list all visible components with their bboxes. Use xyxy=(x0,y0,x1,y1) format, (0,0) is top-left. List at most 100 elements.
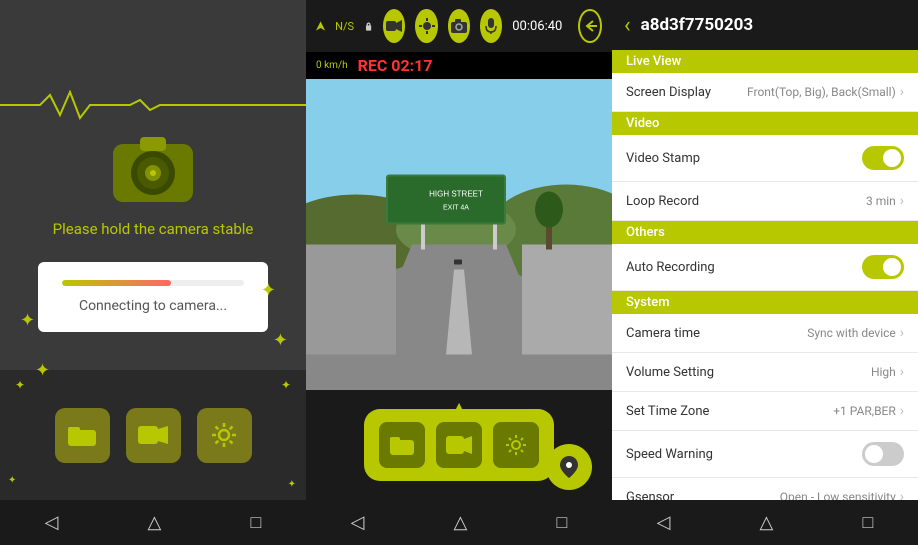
section-header-video: Video xyxy=(612,112,918,135)
video-mode-icon xyxy=(386,20,402,32)
nav-recent-icon[interactable]: □ xyxy=(863,512,874,533)
sparkle-icon: ✦ xyxy=(288,479,296,490)
folder-ctrl-icon xyxy=(390,435,414,455)
settings-button[interactable] xyxy=(197,408,252,463)
camera-icon-large xyxy=(108,129,198,204)
camera-switch-icon xyxy=(450,19,468,33)
mic-button[interactable] xyxy=(480,9,502,43)
setting-row[interactable]: Set Time Zone +1 PAR,BER › xyxy=(612,392,918,431)
chevron-icon: › xyxy=(900,489,904,500)
hold-text: Please hold the camera stable xyxy=(53,220,254,238)
nav-recent-icon[interactable]: □ xyxy=(557,512,568,533)
up-arrow-icon: ▲ xyxy=(452,399,466,415)
setting-label: Volume Setting xyxy=(626,365,714,380)
location-button[interactable] xyxy=(546,444,592,490)
gps-label: N/S xyxy=(335,20,354,33)
nav-back-icon[interactable]: ◁ xyxy=(351,512,365,533)
setting-row[interactable]: Gsensor Open - Low sensitivity › xyxy=(612,478,918,500)
nav-back-icon[interactable]: ◁ xyxy=(657,512,671,533)
panel-recording: N/S xyxy=(306,0,612,545)
setting-row[interactable]: Video Stamp xyxy=(612,135,918,182)
setting-value: High xyxy=(871,365,896,379)
settings-ctrl-button[interactable] xyxy=(493,422,539,468)
setting-value: +1 PAR,BER xyxy=(833,404,896,418)
sparkle-icon: ✦ xyxy=(281,378,291,392)
panel-connecting: Please hold the camera stable Connecting… xyxy=(0,0,306,545)
setting-label: Set Time Zone xyxy=(626,404,709,419)
brightness-icon xyxy=(419,18,435,34)
heartbeat-line xyxy=(0,90,306,120)
section-header-system: System xyxy=(612,291,918,314)
camera-switch-button[interactable] xyxy=(448,9,470,43)
back-icon[interactable]: ‹ xyxy=(624,13,631,38)
speed-text: 0 km/h xyxy=(316,60,348,71)
setting-label: Gsensor xyxy=(626,490,674,501)
brightness-button[interactable] xyxy=(415,9,437,43)
section-header-others: Others xyxy=(612,221,918,244)
setting-row[interactable]: Camera time Sync with device › xyxy=(612,314,918,353)
setting-value: Open - Low sensitivity xyxy=(780,490,896,500)
road-scene-svg: HIGH STREET EXIT 4A xyxy=(306,79,612,390)
video-icon xyxy=(138,424,168,446)
setting-label: Loop Record xyxy=(626,194,699,209)
sparkle-icon: ✦ xyxy=(20,310,35,331)
setting-value: Sync with device xyxy=(807,326,896,340)
toggle-on[interactable] xyxy=(862,255,904,279)
nav-home-icon[interactable]: △ xyxy=(454,512,468,533)
settings-icon xyxy=(210,421,238,449)
setting-label: Speed Warning xyxy=(626,447,713,462)
setting-row[interactable]: Loop Record 3 min › xyxy=(612,182,918,221)
connecting-box: Connecting to camera... xyxy=(38,262,268,332)
setting-label: Auto Recording xyxy=(626,260,715,275)
nav-bar-panel2: ◁ △ □ xyxy=(306,500,612,545)
settings-list: Live ViewScreen DisplayFront(Top, Big), … xyxy=(612,50,918,500)
video-mode-button[interactable] xyxy=(383,9,405,43)
settings-ctrl-icon xyxy=(504,433,528,457)
setting-label: Camera time xyxy=(626,326,700,341)
video-ctrl-icon xyxy=(446,435,472,455)
setting-row[interactable]: Volume Setting High › xyxy=(612,353,918,392)
lock-icon xyxy=(364,19,373,33)
gps-icon xyxy=(316,19,325,33)
progress-bar xyxy=(62,280,244,286)
camera-preview: HIGH STREET EXIT 4A xyxy=(306,79,612,390)
nav-home-icon[interactable]: △ xyxy=(760,512,774,533)
nav-home-icon[interactable]: △ xyxy=(148,512,162,533)
chevron-icon: › xyxy=(900,364,904,380)
nav-recent-icon[interactable]: □ xyxy=(251,512,262,533)
folder-button[interactable] xyxy=(55,408,110,463)
chevron-icon: › xyxy=(900,193,904,209)
folder-ctrl-button[interactable] xyxy=(379,422,425,468)
rec-text: REC 02:17 xyxy=(358,56,433,75)
panel2-bottom-controls: ▲ xyxy=(306,390,612,500)
panel1-bottom-icons: ✦ ✦ ✦ ✦ xyxy=(0,370,306,500)
chevron-icon: › xyxy=(900,84,904,100)
nav-back-icon[interactable]: ◁ xyxy=(45,512,59,533)
toggle-off[interactable] xyxy=(862,442,904,466)
setting-row[interactable]: Auto Recording xyxy=(612,244,918,291)
progress-fill xyxy=(62,280,171,286)
sparkle-icon: ✦ xyxy=(15,378,25,392)
setting-row[interactable]: Speed Warning xyxy=(612,431,918,478)
svg-text:EXIT 4A: EXIT 4A xyxy=(443,205,469,212)
panel1-top: Please hold the camera stable Connecting… xyxy=(0,0,306,370)
setting-value: 3 min xyxy=(866,194,896,208)
toggle-on[interactable] xyxy=(862,146,904,170)
setting-row[interactable]: Screen DisplayFront(Top, Big), Back(Smal… xyxy=(612,73,918,112)
time-display: 00:06:40 xyxy=(512,19,562,34)
nav-bar-panel3: ◁ △ □ xyxy=(612,500,918,545)
back-to-camera-button[interactable] xyxy=(578,9,602,43)
sparkle-icon: ✦ xyxy=(273,330,288,351)
section-header-live-view: Live View xyxy=(612,50,918,73)
chevron-icon: › xyxy=(900,403,904,419)
control-bar xyxy=(364,409,554,481)
location-icon xyxy=(559,456,579,478)
nav-bar-panel1: ◁ △ □ xyxy=(0,500,306,545)
setting-label: Video Stamp xyxy=(626,151,700,166)
svg-text:HIGH STREET: HIGH STREET xyxy=(429,190,483,199)
chevron-icon: › xyxy=(900,325,904,341)
video-ctrl-button[interactable] xyxy=(436,422,482,468)
video-button[interactable] xyxy=(126,408,181,463)
rec-info-bar: 0 km/h REC 02:17 xyxy=(306,52,612,79)
folder-icon xyxy=(68,424,96,446)
